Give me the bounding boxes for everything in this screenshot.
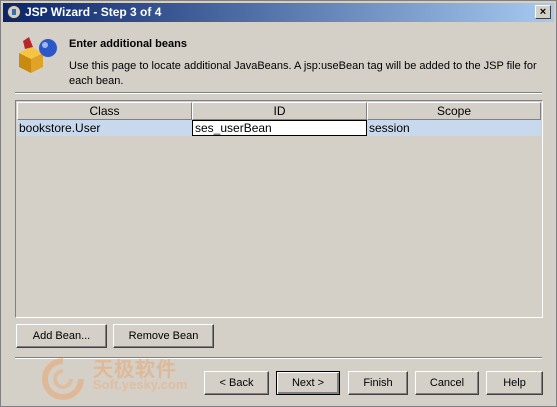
beans-table[interactable]: Class ID Scope bookstore.User ses_userBe… — [15, 100, 543, 318]
cell-scope[interactable]: session — [367, 120, 541, 136]
table-header: Class ID Scope — [17, 102, 541, 120]
page-description: Use this page to locate additional JavaB… — [69, 60, 537, 87]
watermark-url: Soft.yesky.com — [93, 377, 188, 392]
remove-bean-button[interactable]: Remove Bean — [113, 324, 214, 348]
column-header-id[interactable]: ID — [192, 102, 367, 120]
cell-class[interactable]: bookstore.User — [17, 120, 192, 136]
watermark: 天极软件 Soft.yesky.com — [41, 353, 221, 403]
window-title: JSP Wizard - Step 3 of 4 — [25, 5, 162, 19]
column-header-class[interactable]: Class — [17, 102, 192, 120]
back-button[interactable]: < Back — [204, 371, 269, 395]
wizard-window: JSP Wizard - Step 3 of 4 × Enter additio… — [0, 0, 557, 407]
help-button[interactable]: Help — [486, 371, 543, 395]
next-button[interactable]: Next > — [276, 371, 340, 395]
cell-id-editor[interactable]: ses_userBean — [192, 120, 367, 136]
header-divider — [15, 92, 542, 94]
column-header-scope[interactable]: Scope — [367, 102, 541, 120]
cancel-button[interactable]: Cancel — [415, 371, 479, 395]
watermark-logo-icon — [42, 358, 84, 400]
close-button[interactable]: × — [535, 5, 551, 19]
page-title: Enter additional beans — [69, 38, 187, 50]
table-row[interactable]: bookstore.User ses_userBean session — [17, 120, 541, 136]
add-bean-button[interactable]: Add Bean... — [16, 324, 107, 348]
title-bar[interactable]: JSP Wizard - Step 3 of 4 × — [3, 3, 554, 22]
beans-wizard-icon — [19, 37, 57, 73]
app-icon — [7, 5, 21, 19]
finish-button[interactable]: Finish — [348, 371, 408, 395]
